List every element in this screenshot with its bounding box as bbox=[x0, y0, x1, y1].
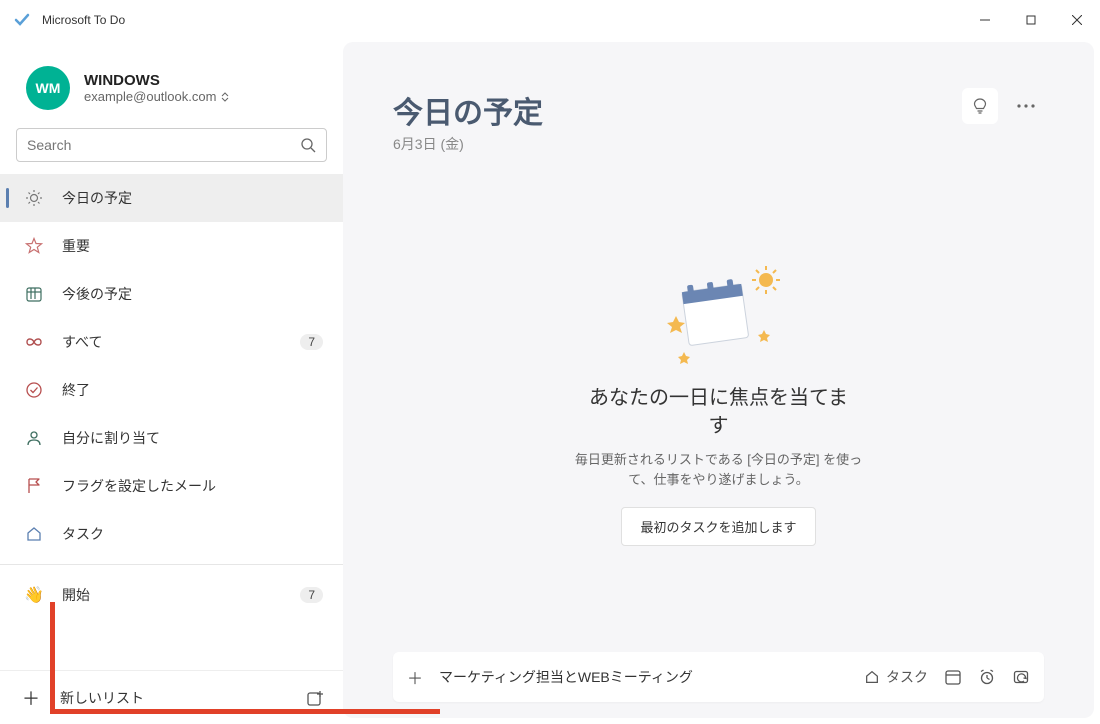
sidebar-item-label: 自分に割り当て bbox=[62, 428, 160, 448]
maximize-button[interactable] bbox=[1008, 0, 1054, 40]
check-circle-icon bbox=[24, 380, 44, 400]
sidebar-item-label: すべて bbox=[62, 332, 102, 352]
calendar-icon bbox=[944, 668, 962, 686]
close-button[interactable] bbox=[1054, 0, 1100, 40]
new-group-icon[interactable] bbox=[305, 688, 325, 708]
title-bar: Microsoft To Do bbox=[0, 0, 1100, 40]
add-task-bar[interactable]: ＋ マーケティング担当とWEBミーティング タスク bbox=[393, 652, 1044, 702]
search-input[interactable] bbox=[27, 137, 300, 153]
sidebar-item-flagged[interactable]: フラグを設定したメール bbox=[0, 462, 343, 510]
app-icon bbox=[14, 12, 30, 28]
person-icon bbox=[24, 428, 44, 448]
main-panel: 今日の予定 6月3日 (金) bbox=[343, 42, 1094, 718]
page-date: 6月3日 (金) bbox=[393, 134, 543, 154]
avatar: WM bbox=[26, 66, 70, 110]
reminder-button[interactable] bbox=[978, 668, 996, 686]
sidebar-item-assigned[interactable]: 自分に割り当て bbox=[0, 414, 343, 462]
add-task-input[interactable]: マーケティング担当とWEBミーティング bbox=[439, 667, 864, 687]
count-badge: 7 bbox=[300, 334, 323, 350]
count-badge: 7 bbox=[300, 587, 323, 603]
sidebar-item-label: 今日の予定 bbox=[62, 188, 132, 208]
sidebar-item-getting-started[interactable]: 👋 開始 7 bbox=[0, 571, 343, 619]
sidebar-item-label: フラグを設定したメール bbox=[62, 476, 216, 496]
page-title: 今日の予定 bbox=[393, 88, 543, 132]
account-email: example@outlook.com bbox=[84, 89, 230, 104]
empty-heading: あなたの一日に焦点を当てます bbox=[589, 384, 849, 440]
repeat-button[interactable] bbox=[1012, 668, 1030, 686]
plus-icon: ＋ bbox=[407, 665, 425, 689]
sidebar-item-all[interactable]: すべて 7 bbox=[0, 318, 343, 366]
sidebar-item-label: 重要 bbox=[62, 236, 90, 256]
suggestions-button[interactable] bbox=[962, 88, 998, 124]
sidebar-item-label: 今後の予定 bbox=[62, 284, 132, 304]
account-switcher[interactable]: WM WINDOWS example@outlook.com bbox=[0, 60, 343, 128]
sidebar-item-completed[interactable]: 終了 bbox=[0, 366, 343, 414]
window-title: Microsoft To Do bbox=[42, 13, 962, 27]
sidebar: WM WINDOWS example@outlook.com 今日の予定 重要 bbox=[0, 40, 343, 724]
more-button[interactable] bbox=[1008, 88, 1044, 124]
ellipsis-icon bbox=[1017, 104, 1035, 108]
plus-icon: ＋ bbox=[22, 685, 42, 711]
new-list-label: 新しいリスト bbox=[60, 688, 144, 708]
lightbulb-icon bbox=[971, 97, 989, 115]
sidebar-item-important[interactable]: 重要 bbox=[0, 222, 343, 270]
star-icon bbox=[24, 236, 44, 256]
search-box[interactable] bbox=[16, 128, 327, 162]
alarm-icon bbox=[978, 668, 996, 686]
account-name: WINDOWS bbox=[84, 72, 230, 89]
search-icon bbox=[300, 137, 316, 153]
sidebar-item-tasks[interactable]: タスク bbox=[0, 510, 343, 558]
minimize-button[interactable] bbox=[962, 0, 1008, 40]
due-date-button[interactable] bbox=[944, 668, 962, 686]
home-icon bbox=[864, 669, 880, 685]
sidebar-item-planned[interactable]: 今後の予定 bbox=[0, 270, 343, 318]
empty-description: 毎日更新されるリストである [今日の予定] を使って、仕事をやり遂げましょう。 bbox=[569, 450, 869, 489]
sidebar-item-label: タスク bbox=[62, 524, 104, 544]
sidebar-item-label: 開始 bbox=[62, 585, 90, 605]
calendar-icon bbox=[24, 284, 44, 304]
add-first-task-button[interactable]: 最初のタスクを追加します bbox=[621, 507, 815, 546]
flag-icon bbox=[24, 476, 44, 496]
sidebar-item-label: 終了 bbox=[62, 380, 90, 400]
new-list-button[interactable]: ＋ 新しいリスト bbox=[0, 670, 343, 724]
sun-icon bbox=[24, 188, 44, 208]
divider bbox=[0, 564, 343, 565]
illustration bbox=[644, 260, 794, 370]
repeat-icon bbox=[1012, 668, 1030, 686]
wave-icon: 👋 bbox=[24, 585, 44, 605]
sidebar-item-my-day[interactable]: 今日の予定 bbox=[0, 174, 343, 222]
infinity-icon bbox=[24, 332, 44, 352]
chevron-updown-icon bbox=[220, 92, 230, 102]
empty-state: あなたの一日に焦点を当てます 毎日更新されるリストである [今日の予定] を使っ… bbox=[393, 154, 1044, 652]
home-icon bbox=[24, 524, 44, 544]
list-picker[interactable]: タスク bbox=[864, 667, 928, 687]
